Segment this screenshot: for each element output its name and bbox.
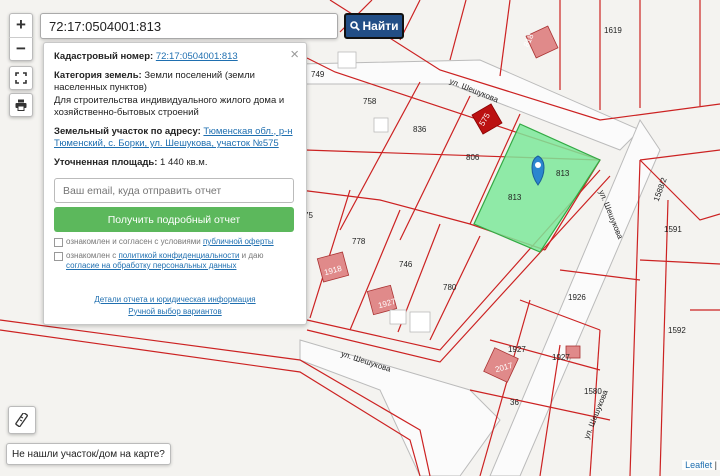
agree-offer-label: ознакомлен и согласен с условиями <box>66 237 201 246</box>
not-found-button[interactable]: Не нашли участок/дом на карте? <box>6 443 171 465</box>
personal-data-link[interactable]: согласие на обработку персональных данны… <box>66 261 236 270</box>
zoom-in-button[interactable]: + <box>9 14 33 37</box>
zoom-out-button[interactable]: − <box>9 36 33 61</box>
agree-offer-row: ознакомлен и согласен с условиями публич… <box>54 237 296 248</box>
agree-privacy-text: ознакомлен с политикой конфиденциальност… <box>66 251 296 272</box>
zoom-control: + − <box>9 13 33 61</box>
parcel-label: 1619 <box>604 26 622 35</box>
area-value: 1 440 кв.м. <box>160 156 208 168</box>
report-details-link[interactable]: Детали отчета и юридическая информация <box>94 295 255 304</box>
printer-icon <box>15 99 27 111</box>
parcel-label: 1927 <box>552 353 570 362</box>
get-report-button[interactable]: Получить подробный отчет <box>54 207 294 232</box>
parcel-label: 778 <box>352 237 366 246</box>
parcel-label: 836 <box>413 125 427 134</box>
category-row: Категория земель: Земли поселений (земли… <box>54 70 296 120</box>
leaflet-link[interactable]: Leaflet <box>685 460 712 470</box>
cadastral-row: Кадастровый номер: 72:17:0504001:813 <box>54 51 296 64</box>
parcel-label: 36 <box>510 398 519 407</box>
cadastral-label: Кадастровый номер: <box>54 51 154 62</box>
parcel-label: 806 <box>466 153 480 162</box>
parcel-label: 746 <box>399 260 413 269</box>
parcel-label: 758 <box>363 97 377 106</box>
category-label: Категория земель: <box>54 69 142 81</box>
area-label: Уточненная площадь: <box>54 156 158 168</box>
search-input[interactable] <box>40 13 338 39</box>
agree-privacy-label: ознакомлен с <box>66 250 117 260</box>
parcel-label: 1591 <box>664 225 682 234</box>
parcel-label: 813 <box>556 169 570 178</box>
privacy-policy-link[interactable]: политикой конфиденциальности <box>118 251 239 260</box>
ruler-icon <box>15 413 28 427</box>
parcel-label: 1927 <box>508 345 526 354</box>
print-button[interactable] <box>9 93 33 117</box>
cadastral-link[interactable]: 72:17:0504001:813 <box>156 51 238 62</box>
parcel-label: 813 <box>508 193 522 202</box>
usage-value: Для строительства индивидуального жилого… <box>54 94 285 119</box>
search-icon <box>349 21 360 31</box>
agree-privacy-label2: и даю <box>241 250 264 260</box>
parcel-label: 1592 <box>668 326 686 335</box>
search-button[interactable]: Найти <box>344 13 404 39</box>
agree-offer-text: ознакомлен и согласен с условиями публич… <box>66 237 274 248</box>
parcel-label: 749 <box>311 70 325 79</box>
agree-privacy-row: ознакомлен с политикой конфиденциальност… <box>54 251 296 272</box>
close-icon[interactable]: × <box>290 46 299 63</box>
fullscreen-button[interactable] <box>9 66 33 90</box>
parcel-label: 780 <box>443 283 457 292</box>
map-attribution: Leaflet | <box>682 460 720 470</box>
popup-links: Детали отчета и юридическая информация Р… <box>54 294 296 318</box>
parcel-info-popup: × Кадастровый номер: 72:17:0504001:813 К… <box>43 42 307 325</box>
attribution-separator: | <box>714 460 717 470</box>
search-button-label: Найти <box>362 19 399 33</box>
address-label: Земельный участок по адресу: <box>54 125 201 137</box>
agree-privacy-checkbox[interactable] <box>54 251 63 261</box>
manual-selection-link[interactable]: Ручной выбор вариантов <box>128 307 221 316</box>
expand-icon <box>15 72 27 84</box>
area-row: Уточненная площадь: 1 440 кв.м. <box>54 157 296 170</box>
email-field[interactable] <box>54 178 294 203</box>
public-offer-link[interactable]: публичной оферты <box>203 237 274 246</box>
parcel-label: 1926 <box>568 293 586 302</box>
agree-offer-checkbox[interactable] <box>54 238 63 247</box>
measure-button[interactable] <box>8 406 36 434</box>
address-row: Земельный участок по адресу: Тюменская о… <box>54 126 296 151</box>
